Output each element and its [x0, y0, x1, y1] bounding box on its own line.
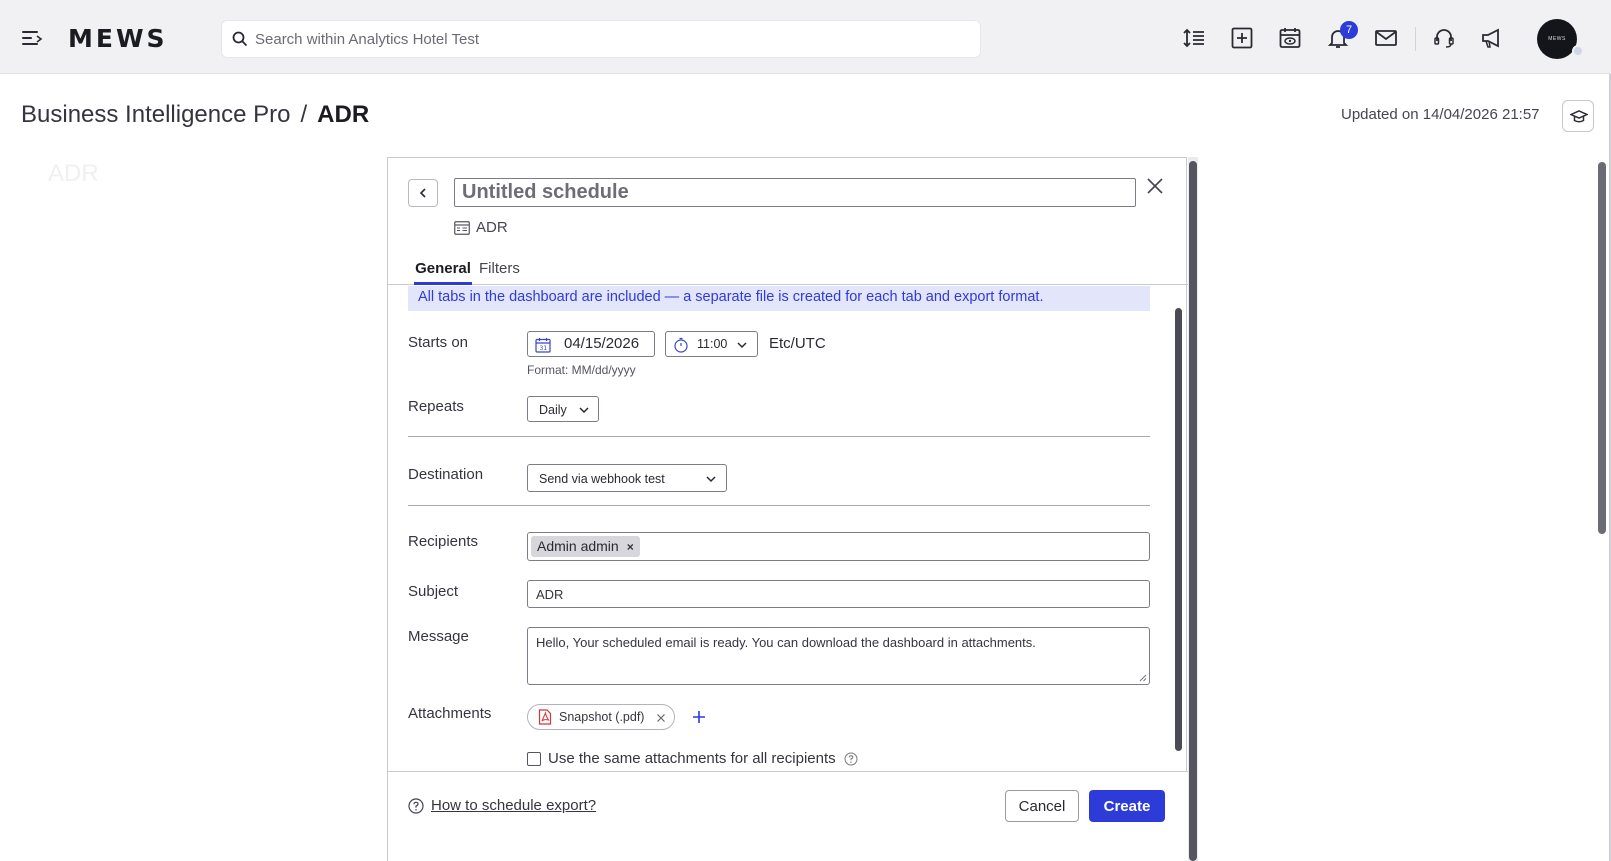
add-square-icon[interactable]	[1230, 26, 1254, 50]
modal-scrollbar[interactable]	[1188, 157, 1198, 861]
user-avatar[interactable]: MEWS	[1537, 19, 1577, 59]
graduation-cap-icon	[1570, 110, 1588, 123]
headset-icon[interactable]	[1432, 26, 1456, 50]
stopwatch-icon	[674, 337, 688, 353]
breadcrumb-current: ADR	[317, 101, 370, 128]
remove-recipient-icon[interactable]: ×	[627, 540, 634, 554]
calendar-icon: 31	[535, 338, 551, 353]
megaphone-icon[interactable]	[1480, 26, 1504, 50]
page-scrollbar[interactable]	[1597, 158, 1607, 861]
breadcrumb-separator: /	[300, 101, 308, 128]
form-scrollbar-thumb[interactable]	[1175, 308, 1182, 751]
search-icon	[232, 31, 248, 47]
modal-footer: How to schedule export? Cancel Create	[388, 771, 1188, 861]
dashboard-icon	[454, 221, 470, 235]
mews-logo[interactable]: MEWS	[68, 24, 168, 53]
subject-input[interactable]: ADR	[527, 580, 1150, 608]
attachment-label: Snapshot (.pdf)	[559, 710, 645, 724]
chevron-left-icon	[419, 188, 426, 198]
top-bar: MEWS 7 MEWS	[0, 0, 1611, 74]
info-banner: All tabs in the dashboard are included —…	[408, 286, 1150, 311]
modal-scrollbar-thumb[interactable]	[1189, 161, 1197, 861]
question-circle-icon	[408, 798, 424, 814]
background-dashboard-title: ADR	[48, 160, 99, 187]
remove-attachment-icon[interactable]	[656, 713, 666, 723]
create-button[interactable]: Create	[1089, 790, 1165, 822]
recipient-chip: Admin admin ×	[531, 536, 640, 557]
start-date-value: 04/15/2026	[564, 335, 640, 352]
add-attachment-icon[interactable]	[689, 707, 709, 727]
subject-value: ADR	[536, 587, 564, 602]
schedule-export-modal: ADR General Filters All tabs in the dash…	[387, 157, 1188, 861]
start-time-select[interactable]: 11:00	[665, 331, 758, 357]
calendar-eye-icon[interactable]	[1278, 26, 1302, 50]
updated-timestamp: Updated on 14/04/2026 21:57	[1341, 106, 1540, 123]
recipients-label: Recipients	[408, 533, 479, 550]
repeats-value: Daily	[539, 403, 567, 417]
dashboard-name: ADR	[476, 219, 508, 236]
search-bar[interactable]	[221, 20, 981, 58]
destination-label: Destination	[408, 466, 484, 483]
message-textarea[interactable]: Hello, Your scheduled email is ready. Yo…	[527, 627, 1150, 685]
menu-icon[interactable]	[22, 29, 44, 47]
chevron-down-icon	[706, 476, 716, 483]
destination-value: Send via webhook test	[539, 472, 665, 486]
academy-button[interactable]	[1562, 100, 1594, 132]
date-format-hint: Format: MM/dd/yyyy	[527, 363, 636, 377]
breadcrumb-parent[interactable]: Business Intelligence Pro	[21, 101, 290, 128]
attachments-label: Attachments	[408, 705, 492, 722]
start-time-value: 11:00	[697, 337, 728, 351]
search-input[interactable]	[255, 21, 955, 57]
cancel-button[interactable]: Cancel	[1005, 790, 1079, 822]
message-label: Message	[408, 628, 469, 645]
sort-lines-icon[interactable]	[1182, 26, 1206, 50]
help-icon[interactable]	[844, 752, 858, 766]
same-attachments-checkbox[interactable]	[527, 752, 541, 766]
mail-icon[interactable]	[1374, 26, 1398, 50]
section-divider	[408, 505, 1150, 506]
resize-handle-icon[interactable]	[1139, 674, 1147, 682]
tab-general[interactable]: General	[414, 258, 472, 285]
modal-form: All tabs in the dashboard are included —…	[388, 286, 1188, 771]
start-date-field[interactable]: 31 04/15/2026	[527, 331, 655, 357]
form-scrollbar[interactable]	[1175, 308, 1182, 771]
chevron-down-icon	[737, 342, 747, 349]
pdf-icon	[538, 709, 552, 725]
avatar-status-dot	[1572, 45, 1584, 57]
breadcrumb: Business Intelligence Pro / ADR	[21, 101, 369, 129]
section-divider	[408, 436, 1150, 437]
recipient-chip-label: Admin admin	[537, 538, 619, 554]
notification-count-badge: 7	[1340, 21, 1358, 39]
recipients-input[interactable]: Admin admin ×	[527, 532, 1150, 561]
schedule-title-input[interactable]	[454, 178, 1136, 207]
tab-filters[interactable]: Filters	[479, 258, 520, 285]
message-value: Hello, Your scheduled email is ready. Yo…	[536, 635, 1036, 650]
subject-label: Subject	[408, 583, 459, 600]
back-button[interactable]	[408, 179, 438, 207]
repeats-select[interactable]: Daily	[527, 396, 599, 422]
repeats-label: Repeats	[408, 398, 464, 415]
page-scrollbar-thumb[interactable]	[1598, 162, 1606, 534]
chevron-down-icon	[579, 407, 589, 414]
timezone-label: Etc/UTC	[769, 335, 826, 352]
svg-text:31: 31	[540, 345, 548, 352]
attachment-chip[interactable]: Snapshot (.pdf)	[527, 704, 675, 730]
toolbar-divider	[1415, 27, 1416, 51]
close-icon[interactable]	[1144, 175, 1166, 197]
starts-on-label: Starts on	[408, 334, 469, 351]
modal-tabs: General Filters	[388, 258, 1188, 285]
destination-select[interactable]: Send via webhook test	[527, 464, 727, 492]
same-attachments-label: Use the same attachments for all recipie…	[548, 750, 836, 767]
how-to-schedule-link[interactable]: How to schedule export?	[431, 797, 596, 814]
